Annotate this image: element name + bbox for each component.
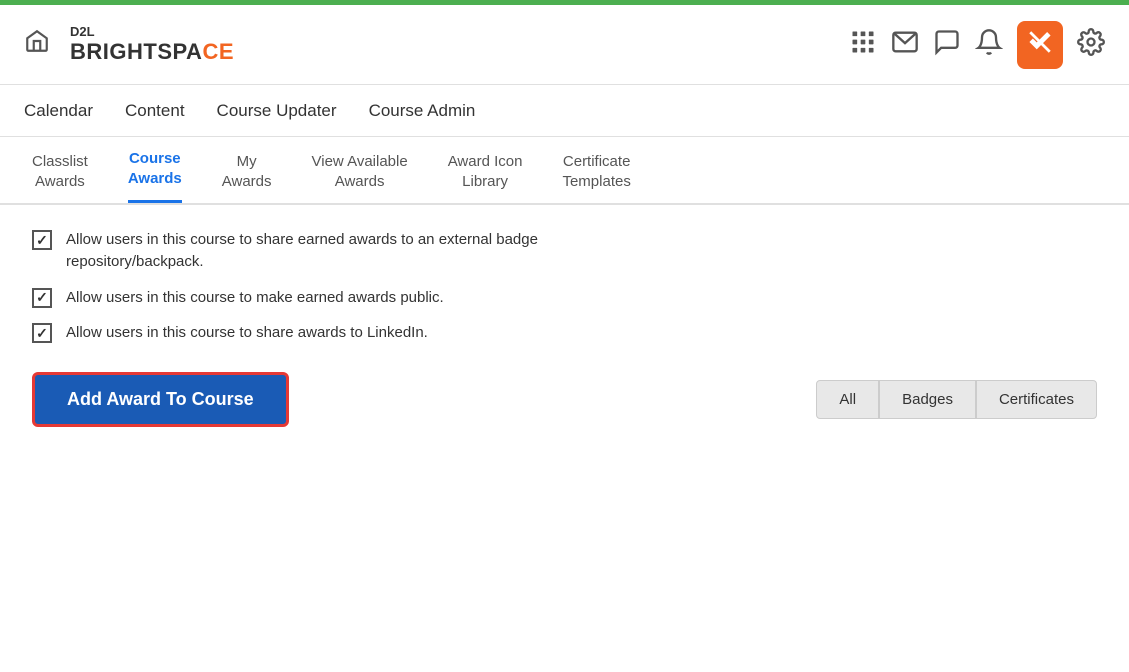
filter-certificates-button[interactable]: Certificates bbox=[976, 380, 1097, 419]
nav-content[interactable]: Content bbox=[125, 87, 185, 135]
logo: D2L BRIGHTSPACE bbox=[70, 25, 234, 63]
content-area: ✓ Allow users in this course to share ea… bbox=[0, 205, 1129, 451]
logo-brightspace: BRIGHTSPACE bbox=[70, 40, 234, 64]
nav-course-admin[interactable]: Course Admin bbox=[369, 87, 476, 135]
checkbox-2[interactable]: ✓ bbox=[32, 288, 52, 308]
checkbox-row-3: ✓ Allow users in this course to share aw… bbox=[32, 322, 1097, 344]
checkbox-row-2: ✓ Allow users in this course to make ear… bbox=[32, 287, 1097, 309]
mail-icon[interactable] bbox=[891, 28, 919, 62]
checkbox-row-1: ✓ Allow users in this course to share ea… bbox=[32, 229, 1097, 273]
tab-award-icon-library[interactable]: Award Icon Library bbox=[448, 152, 523, 203]
logo-accent: CE bbox=[202, 39, 234, 64]
nav-calendar[interactable]: Calendar bbox=[24, 87, 93, 135]
tab-classlist-awards[interactable]: Classlist Awards bbox=[32, 152, 88, 203]
checkmark-1: ✓ bbox=[36, 232, 48, 249]
tab-view-available-awards[interactable]: View Available Awards bbox=[312, 152, 408, 203]
settings-icon[interactable] bbox=[1077, 28, 1105, 62]
checkbox-3[interactable]: ✓ bbox=[32, 323, 52, 343]
checkbox-label-1: Allow users in this course to share earn… bbox=[66, 229, 538, 273]
checkmark-2: ✓ bbox=[36, 289, 48, 306]
checkbox-label-3: Allow users in this course to share awar… bbox=[66, 322, 428, 344]
home-icon[interactable] bbox=[24, 28, 50, 60]
filter-all-button[interactable]: All bbox=[816, 380, 879, 419]
tab-course-awards[interactable]: Course Awards bbox=[128, 149, 182, 203]
header-right bbox=[849, 21, 1105, 69]
tab-my-awards[interactable]: My Awards bbox=[222, 152, 272, 203]
add-award-button[interactable]: Add Award To Course bbox=[32, 372, 289, 427]
checkbox-label-2: Allow users in this course to make earne… bbox=[66, 287, 444, 309]
nav-course-updater[interactable]: Course Updater bbox=[217, 87, 337, 135]
header: D2L BRIGHTSPACE bbox=[0, 5, 1129, 85]
filter-badges-button[interactable]: Badges bbox=[879, 380, 976, 419]
chat-icon[interactable] bbox=[933, 28, 961, 62]
filter-buttons: All Badges Certificates bbox=[816, 380, 1097, 419]
header-left: D2L BRIGHTSPACE bbox=[24, 25, 234, 63]
checkbox-list: ✓ Allow users in this course to share ea… bbox=[32, 229, 1097, 344]
tabs-bar: Classlist Awards Course Awards My Awards… bbox=[0, 137, 1129, 205]
checkmark-3: ✓ bbox=[36, 325, 48, 342]
active-icon[interactable] bbox=[1017, 21, 1063, 69]
checkbox-1[interactable]: ✓ bbox=[32, 230, 52, 250]
logo-d2l: D2L bbox=[70, 25, 234, 39]
nav-bar: Calendar Content Course Updater Course A… bbox=[0, 85, 1129, 137]
bottom-row: Add Award To Course All Badges Certifica… bbox=[32, 372, 1097, 427]
tab-certificate-templates[interactable]: Certificate Templates bbox=[562, 152, 630, 203]
apps-icon[interactable] bbox=[849, 28, 877, 62]
bell-icon[interactable] bbox=[975, 28, 1003, 62]
